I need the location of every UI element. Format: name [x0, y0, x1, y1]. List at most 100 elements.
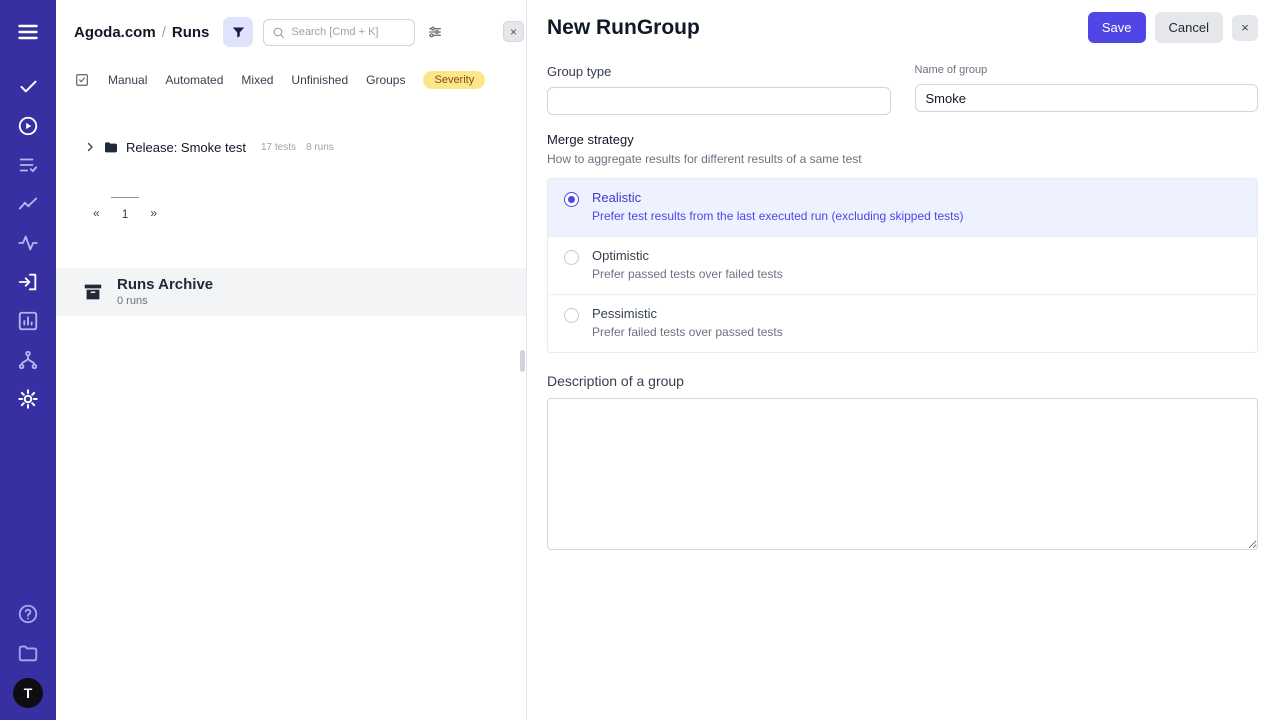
filter-settings-button[interactable] [427, 24, 443, 40]
nav-activity-button[interactable] [8, 223, 48, 262]
option-description: Prefer failed tests over passed tests [592, 325, 783, 339]
merge-options-list: Realistic Prefer test results from the l… [547, 178, 1258, 353]
group-name-field: Name of group [915, 64, 1259, 115]
archive-icon [82, 281, 104, 303]
tests-count: 17 tests [261, 142, 296, 153]
option-title: Realistic [592, 190, 964, 205]
tab-groups[interactable]: Groups [366, 73, 405, 87]
projects-button[interactable] [8, 633, 48, 672]
option-text: Realistic Prefer test results from the l… [592, 190, 964, 223]
close-form-button[interactable]: × [1232, 15, 1258, 41]
run-group-row[interactable]: Release: Smoke test 17 tests 8 runs [84, 139, 508, 155]
pagination-next-button[interactable]: » [139, 197, 168, 229]
play-circle-icon [17, 115, 39, 137]
nav-plans-button[interactable] [8, 145, 48, 184]
app-sidebar: T [0, 0, 56, 720]
page-title: New RunGroup [547, 16, 1088, 40]
funnel-icon [231, 25, 246, 40]
nav-settings-button[interactable] [8, 379, 48, 418]
chart-line-icon [17, 193, 39, 215]
help-button[interactable] [8, 594, 48, 633]
nav-reports-button[interactable] [8, 301, 48, 340]
group-type-label: Group type [547, 64, 891, 79]
option-text: Pessimistic Prefer failed tests over pas… [592, 306, 783, 339]
search-input[interactable] [291, 26, 405, 38]
menu-button[interactable] [8, 12, 48, 51]
nav-runs-button[interactable] [8, 106, 48, 145]
radio-selected-icon[interactable] [564, 192, 579, 207]
filter-button[interactable] [223, 17, 253, 47]
option-description: Prefer test results from the last execut… [592, 209, 964, 223]
search-icon [272, 26, 285, 39]
breadcrumb-current: Runs [172, 24, 210, 41]
cancel-button[interactable]: Cancel [1155, 12, 1223, 43]
runs-list-icon [17, 154, 39, 176]
pagination-page-1[interactable]: 1 [111, 197, 140, 230]
save-button[interactable]: Save [1088, 12, 1146, 43]
gear-icon [17, 388, 39, 410]
runs-panel-close-button[interactable]: × [503, 21, 524, 42]
option-optimistic[interactable]: Optimistic Prefer passed tests over fail… [548, 237, 1257, 295]
option-text: Optimistic Prefer passed tests over fail… [592, 248, 783, 281]
merge-strategy-section: Merge strategy How to aggregate results … [547, 132, 1258, 353]
tab-unfinished[interactable]: Unfinished [291, 73, 348, 87]
runs-panel-header: Agoda.com / Runs [56, 0, 526, 55]
breadcrumb-separator: / [162, 24, 166, 41]
description-textarea[interactable] [547, 398, 1258, 550]
option-pessimistic[interactable]: Pessimistic Prefer failed tests over pas… [548, 295, 1257, 352]
archive-title: Runs Archive [117, 276, 213, 293]
runs-filter-tabs: Manual Automated Mixed Unfinished Groups… [56, 55, 526, 101]
merge-strategy-hint: How to aggregate results for different r… [547, 152, 1258, 166]
archive-count: 0 runs [117, 295, 213, 307]
chevron-right-icon[interactable] [84, 141, 96, 153]
group-type-field: Group type [547, 64, 891, 115]
radio-icon[interactable] [564, 250, 579, 265]
pulse-icon [17, 232, 39, 254]
folder-icon [103, 139, 119, 155]
option-title: Pessimistic [592, 306, 783, 321]
runs-archive-row[interactable]: Runs Archive 0 runs [56, 268, 526, 316]
pagination-prev-button[interactable]: « [82, 197, 111, 229]
search-box [263, 19, 415, 46]
option-title: Optimistic [592, 248, 783, 263]
import-icon [17, 271, 39, 293]
tab-severity[interactable]: Severity [423, 71, 485, 89]
bar-chart-icon [17, 310, 39, 332]
top-fields-row: Group type Name of group [547, 64, 1258, 115]
scrollbar-thumb[interactable] [520, 350, 525, 372]
pagination: « 1 » [82, 197, 526, 230]
merge-strategy-label: Merge strategy [547, 132, 1258, 147]
group-name-input[interactable] [915, 84, 1259, 112]
folder-icon [17, 642, 39, 664]
runs-count: 8 runs [306, 142, 334, 153]
help-icon [17, 603, 39, 625]
batch-select-button[interactable] [74, 72, 90, 88]
breadcrumb-project[interactable]: Agoda.com [74, 24, 156, 41]
group-name-label: Name of group [915, 64, 1259, 76]
run-group-counts: 17 tests 8 runs [261, 142, 334, 153]
branch-icon [17, 349, 39, 371]
nav-branches-button[interactable] [8, 340, 48, 379]
tab-automated[interactable]: Automated [165, 73, 223, 87]
form-header: New RunGroup Save Cancel × [547, 12, 1258, 43]
option-description: Prefer passed tests over failed tests [592, 267, 783, 281]
user-avatar[interactable]: T [13, 678, 43, 708]
description-label: Description of a group [547, 373, 1258, 389]
archive-text: Runs Archive 0 runs [117, 276, 213, 307]
group-type-input[interactable] [547, 87, 891, 115]
nav-analytics-button[interactable] [8, 184, 48, 223]
runs-panel: Agoda.com / Runs × Manual A [56, 0, 527, 720]
check-icon [18, 76, 39, 97]
tab-mixed[interactable]: Mixed [241, 73, 273, 87]
batch-select-icon [74, 72, 90, 88]
sliders-icon [427, 24, 443, 40]
description-section: Description of a group [547, 373, 1258, 555]
radio-icon[interactable] [564, 308, 579, 323]
nav-import-button[interactable] [8, 262, 48, 301]
run-group-title[interactable]: Release: Smoke test [126, 140, 246, 155]
new-rungroup-panel: New RunGroup Save Cancel × Group type Na… [527, 0, 1280, 720]
option-realistic[interactable]: Realistic Prefer test results from the l… [548, 179, 1257, 237]
hamburger-icon [16, 20, 40, 44]
tab-manual[interactable]: Manual [108, 73, 147, 87]
nav-tests-button[interactable] [8, 67, 48, 106]
